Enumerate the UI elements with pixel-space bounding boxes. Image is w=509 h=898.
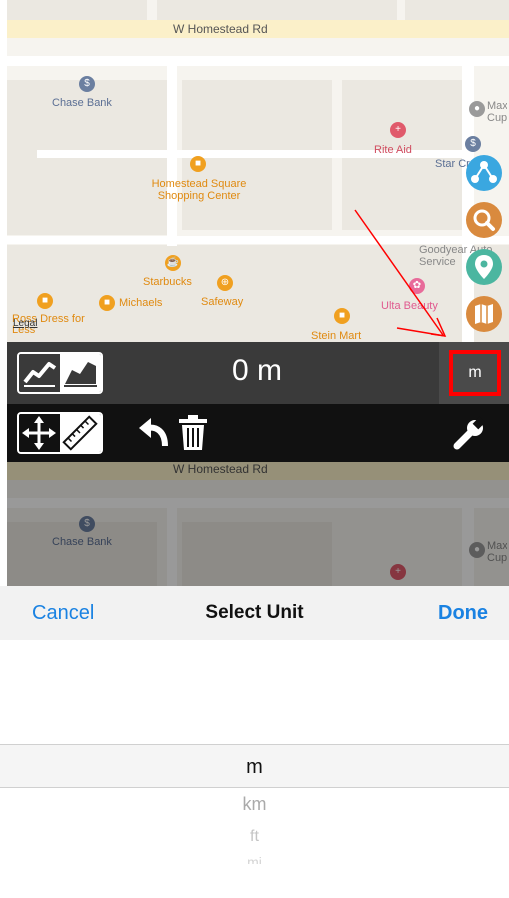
map-view[interactable]: W Homestead Rd $ Chase Bank + Rite Aid ■…: [7, 0, 509, 342]
unit-button[interactable]: m: [449, 350, 501, 396]
annotation-arrow-icon: [354, 209, 447, 337]
sheet-header: Cancel Select Unit Done: [0, 586, 509, 640]
picker-option-selected[interactable]: m: [0, 756, 509, 779]
undo-icon: [139, 418, 168, 447]
move-arrows-icon: [22, 416, 56, 450]
picker-option[interactable]: km: [0, 794, 509, 815]
area-chart-icon: [64, 362, 97, 387]
line-chart-button[interactable]: [19, 354, 60, 392]
share-icon: [471, 161, 497, 183]
trash-icon: [179, 415, 207, 450]
ruler-mode-button[interactable]: [60, 414, 101, 452]
picker-option[interactable]: mi: [0, 854, 509, 864]
distance-readout: 0 m: [231, 354, 282, 387]
dim-overlay: [7, 462, 509, 586]
unit-picker-wheel[interactable]: m km ft mi: [0, 640, 509, 898]
measure-bar: 0 m m: [7, 342, 509, 404]
sheet-title: Select Unit: [205, 602, 304, 623]
chart-toggle[interactable]: [17, 352, 103, 394]
picker-option-text: mi: [247, 854, 262, 864]
ruler-icon: [62, 415, 98, 451]
delete-button[interactable]: [177, 414, 209, 452]
map-type-button[interactable]: [466, 296, 502, 332]
search-button[interactable]: [466, 202, 502, 238]
mode-toggle[interactable]: [17, 412, 103, 454]
map-view-lower: W Homestead Rd $ Chase Bank ● Max Cup +: [7, 462, 509, 586]
wrench-icon: [453, 416, 486, 450]
unit-area: m: [439, 342, 509, 404]
picker-option[interactable]: ft: [0, 828, 509, 846]
tool-bar: [7, 404, 509, 462]
location-button[interactable]: [466, 249, 502, 285]
line-chart-icon: [23, 362, 57, 387]
location-pin-icon: [475, 255, 493, 279]
area-chart-button[interactable]: [60, 354, 101, 392]
map-icon: [475, 304, 493, 324]
move-mode-button[interactable]: [19, 414, 60, 452]
undo-button[interactable]: [135, 416, 171, 450]
unit-picker-sheet: Cancel Select Unit Done m km ft mi: [0, 586, 509, 898]
settings-button[interactable]: [451, 416, 487, 452]
search-icon: [473, 209, 495, 231]
done-button[interactable]: Done: [438, 602, 488, 625]
share-button[interactable]: [466, 155, 502, 191]
